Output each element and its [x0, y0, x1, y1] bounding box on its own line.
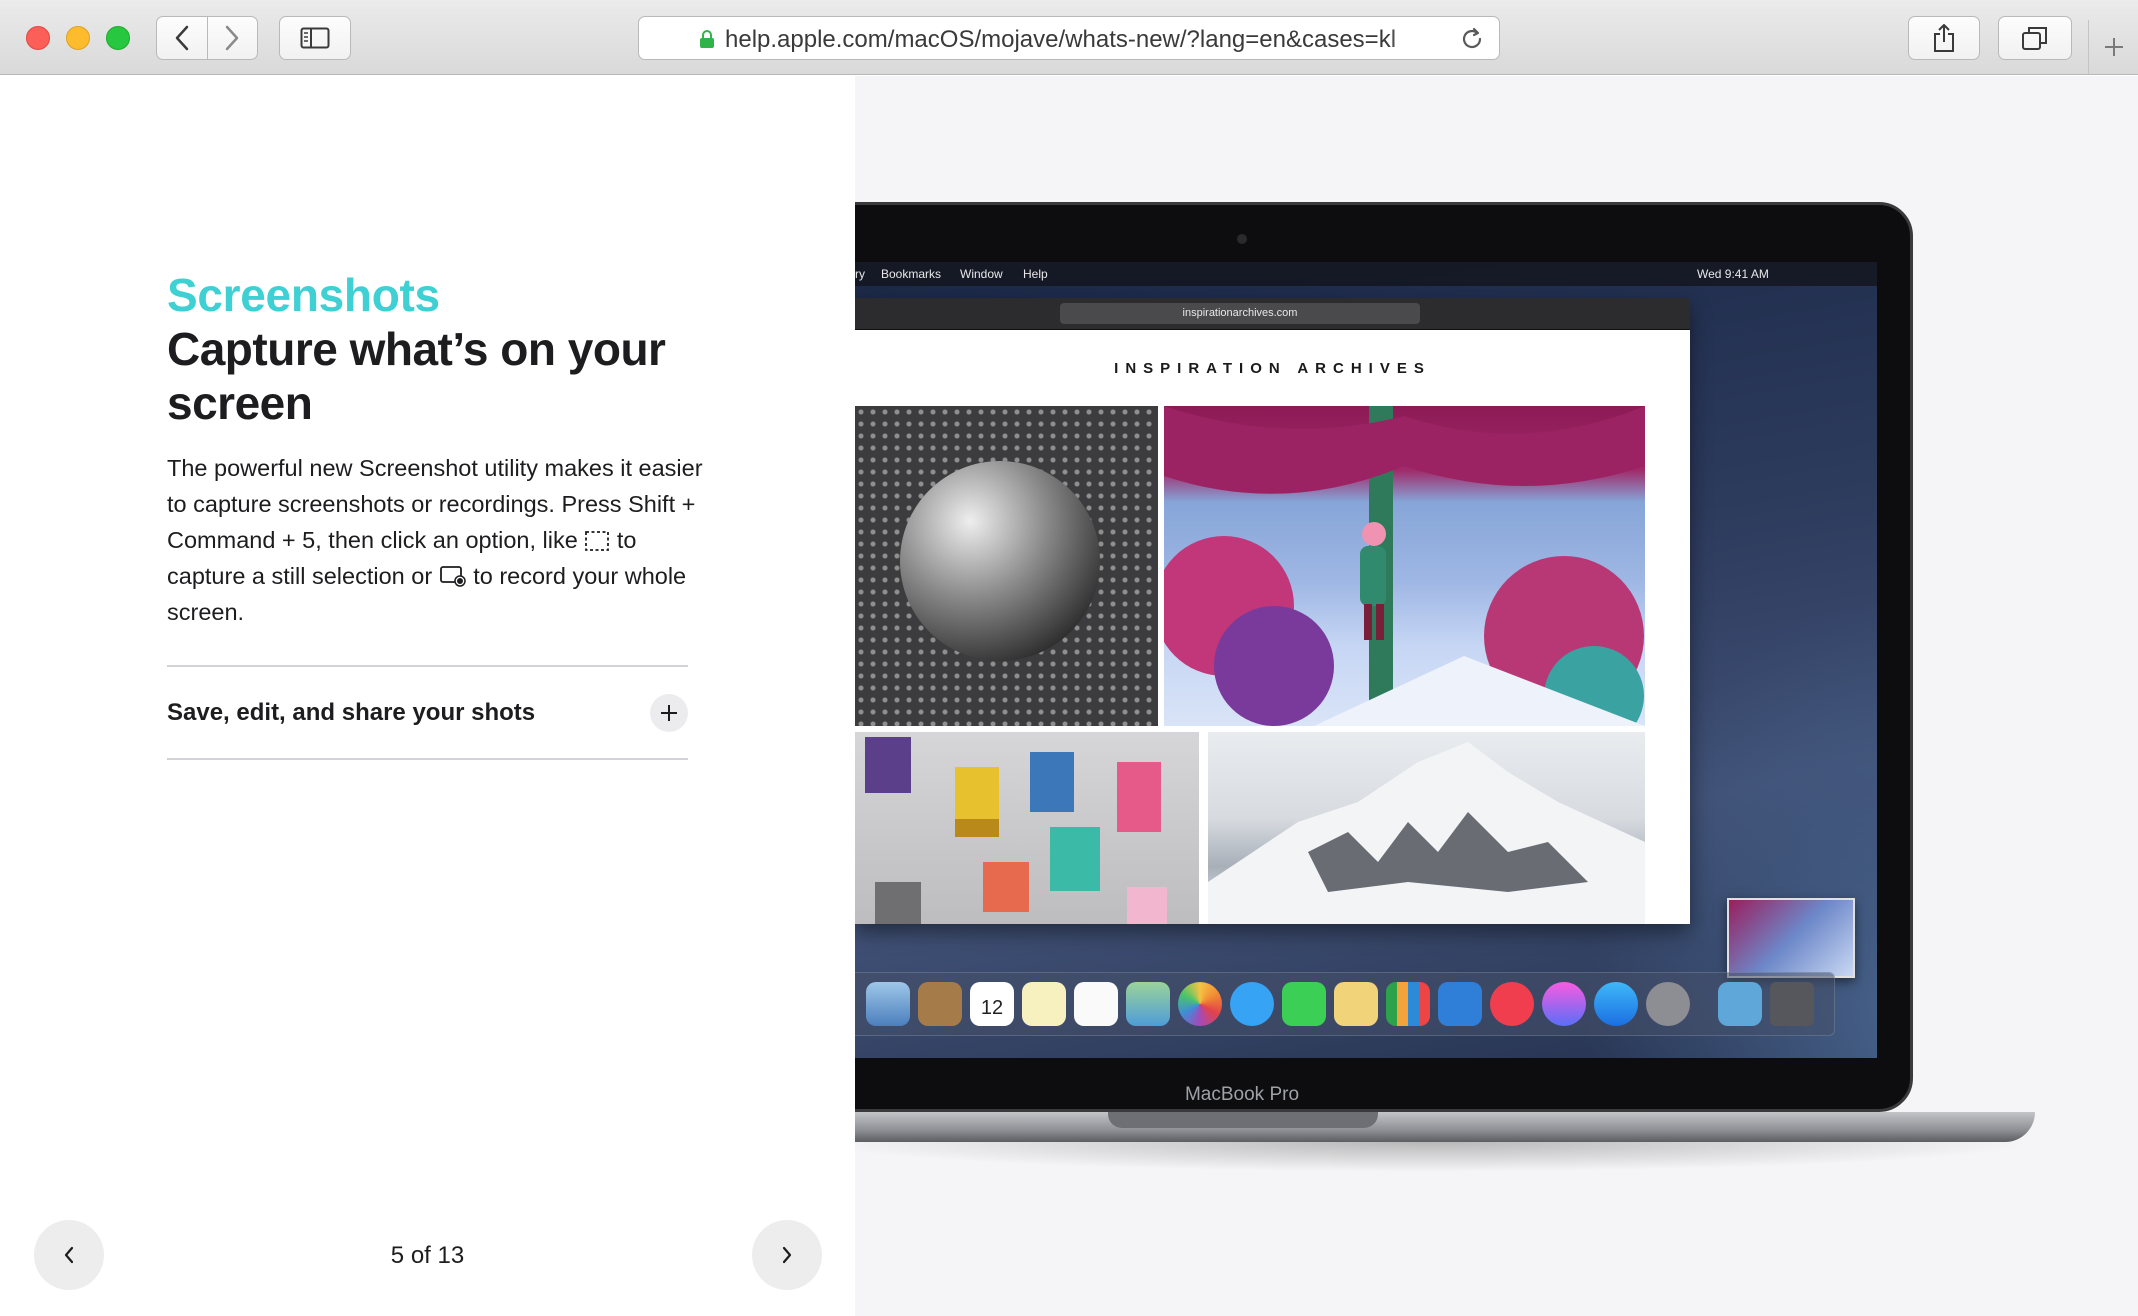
address-bar[interactable]: help.apple.com/macOS/mojave/whats-new/?l… — [638, 16, 1500, 60]
mail-stamp-icon — [866, 982, 910, 1026]
divider — [167, 758, 688, 760]
sidebar-icon — [300, 27, 330, 49]
page-title: Capture what’s on your screen — [167, 323, 666, 429]
calendar-icon: 12 — [970, 982, 1014, 1026]
inner-toolbar: inspirationarchives.com — [855, 298, 1690, 330]
photos-icon — [1178, 982, 1222, 1026]
macbook-base — [855, 1112, 2035, 1142]
record-screen-icon — [439, 566, 466, 587]
macbook-screen-image: ry Bookmarks Window Help Wed 9:41 AM ins… — [855, 262, 1877, 1058]
tabs-icon — [2022, 27, 2047, 50]
cubes-scene — [865, 737, 1167, 924]
forest-scene — [1164, 406, 1645, 726]
url-text: help.apple.com/macOS/mojave/whats-new/?l… — [725, 26, 1397, 53]
illustration-panel: ry Bookmarks Window Help Wed 9:41 AM ins… — [855, 76, 2138, 1316]
menubar-item: Help — [1023, 267, 1048, 281]
maps-icon — [1126, 982, 1170, 1026]
forest-illustration — [1164, 406, 1645, 726]
article-body: The powerful new Screenshot utility make… — [167, 450, 707, 630]
notes-icon — [1022, 982, 1066, 1026]
screenshot-thumbnail — [1727, 898, 1855, 978]
reload-icon[interactable] — [1459, 26, 1485, 52]
menubar-item: Bookmarks — [881, 267, 942, 281]
menubar-clock: Wed 9:41 AM — [1697, 267, 1769, 281]
camera-dot — [1237, 234, 1247, 244]
inner-url: inspirationarchives.com — [1060, 303, 1420, 324]
menubar-item: ry — [855, 267, 865, 281]
history-nav-group — [156, 16, 258, 60]
previous-page-button[interactable] — [34, 1220, 104, 1290]
trash-icon — [1770, 982, 1814, 1026]
chevron-left-icon — [64, 1246, 74, 1264]
pages-icon — [1334, 982, 1378, 1026]
system-preferences-icon — [1646, 982, 1690, 1026]
numbers-icon — [1386, 982, 1430, 1026]
reminders-icon — [1074, 982, 1118, 1026]
sidebar-button[interactable] — [279, 16, 351, 60]
chevron-right-icon — [226, 25, 239, 51]
dock: 12 — [855, 972, 1835, 1036]
save-edit-share-accordion[interactable]: Save, edit, and share your shots — [167, 667, 688, 758]
news-icon — [1490, 982, 1534, 1026]
keynote-icon — [1438, 982, 1482, 1026]
window-close-button[interactable] — [26, 26, 50, 50]
site-title: INSPIRATION ARCHIVES — [1114, 360, 1431, 377]
menubar-item: Window — [960, 267, 1003, 281]
accordion-label: Save, edit, and share your shots — [167, 698, 536, 726]
app-store-icon — [1594, 982, 1638, 1026]
device-label: MacBook Pro — [1184, 1084, 1300, 1105]
mac-menubar: ry Bookmarks Window Help Wed 9:41 AM — [855, 262, 1877, 286]
lock-icon — [700, 30, 714, 48]
expand-button[interactable] — [650, 693, 688, 732]
window-minimize-button[interactable] — [66, 26, 90, 50]
next-page-button[interactable] — [752, 1220, 822, 1290]
forward-button[interactable] — [206, 17, 258, 59]
share-button[interactable] — [1908, 16, 1980, 60]
sphere — [900, 461, 1100, 661]
plus-icon — [661, 704, 677, 721]
page-indicator: 5 of 13 — [390, 1242, 465, 1269]
sphere-artwork — [855, 406, 1158, 726]
facetime-icon — [1282, 982, 1326, 1026]
article-panel: Screenshots Capture what’s on your scree… — [0, 76, 855, 1316]
chevron-right-icon — [782, 1246, 792, 1264]
window-zoom-button[interactable] — [106, 26, 130, 50]
new-tab-button[interactable] — [2088, 20, 2138, 74]
chevron-left-icon — [175, 25, 188, 51]
mountain-photo — [1208, 732, 1645, 924]
itunes-icon — [1542, 982, 1586, 1026]
macbook-shadow — [855, 1142, 2035, 1172]
share-icon — [1934, 24, 1954, 52]
plus-icon — [2104, 38, 2123, 56]
cubes-artwork — [855, 732, 1199, 924]
inner-safari-window: inspirationarchives.com INSPIRATION ARCH… — [855, 298, 1690, 924]
downloads-folder-icon — [1718, 982, 1762, 1026]
capture-selection-icon — [585, 531, 610, 551]
show-tabs-button[interactable] — [1998, 16, 2072, 60]
mountain-scene — [1208, 742, 1645, 924]
back-button[interactable] — [157, 17, 207, 59]
browser-toolbar: help.apple.com/macOS/mojave/whats-new/?l… — [0, 0, 2138, 75]
messages-icon — [1230, 982, 1274, 1026]
macbook-notch — [1108, 1112, 1378, 1128]
contacts-icon — [918, 982, 962, 1026]
section-eyebrow: Screenshots — [167, 269, 440, 321]
